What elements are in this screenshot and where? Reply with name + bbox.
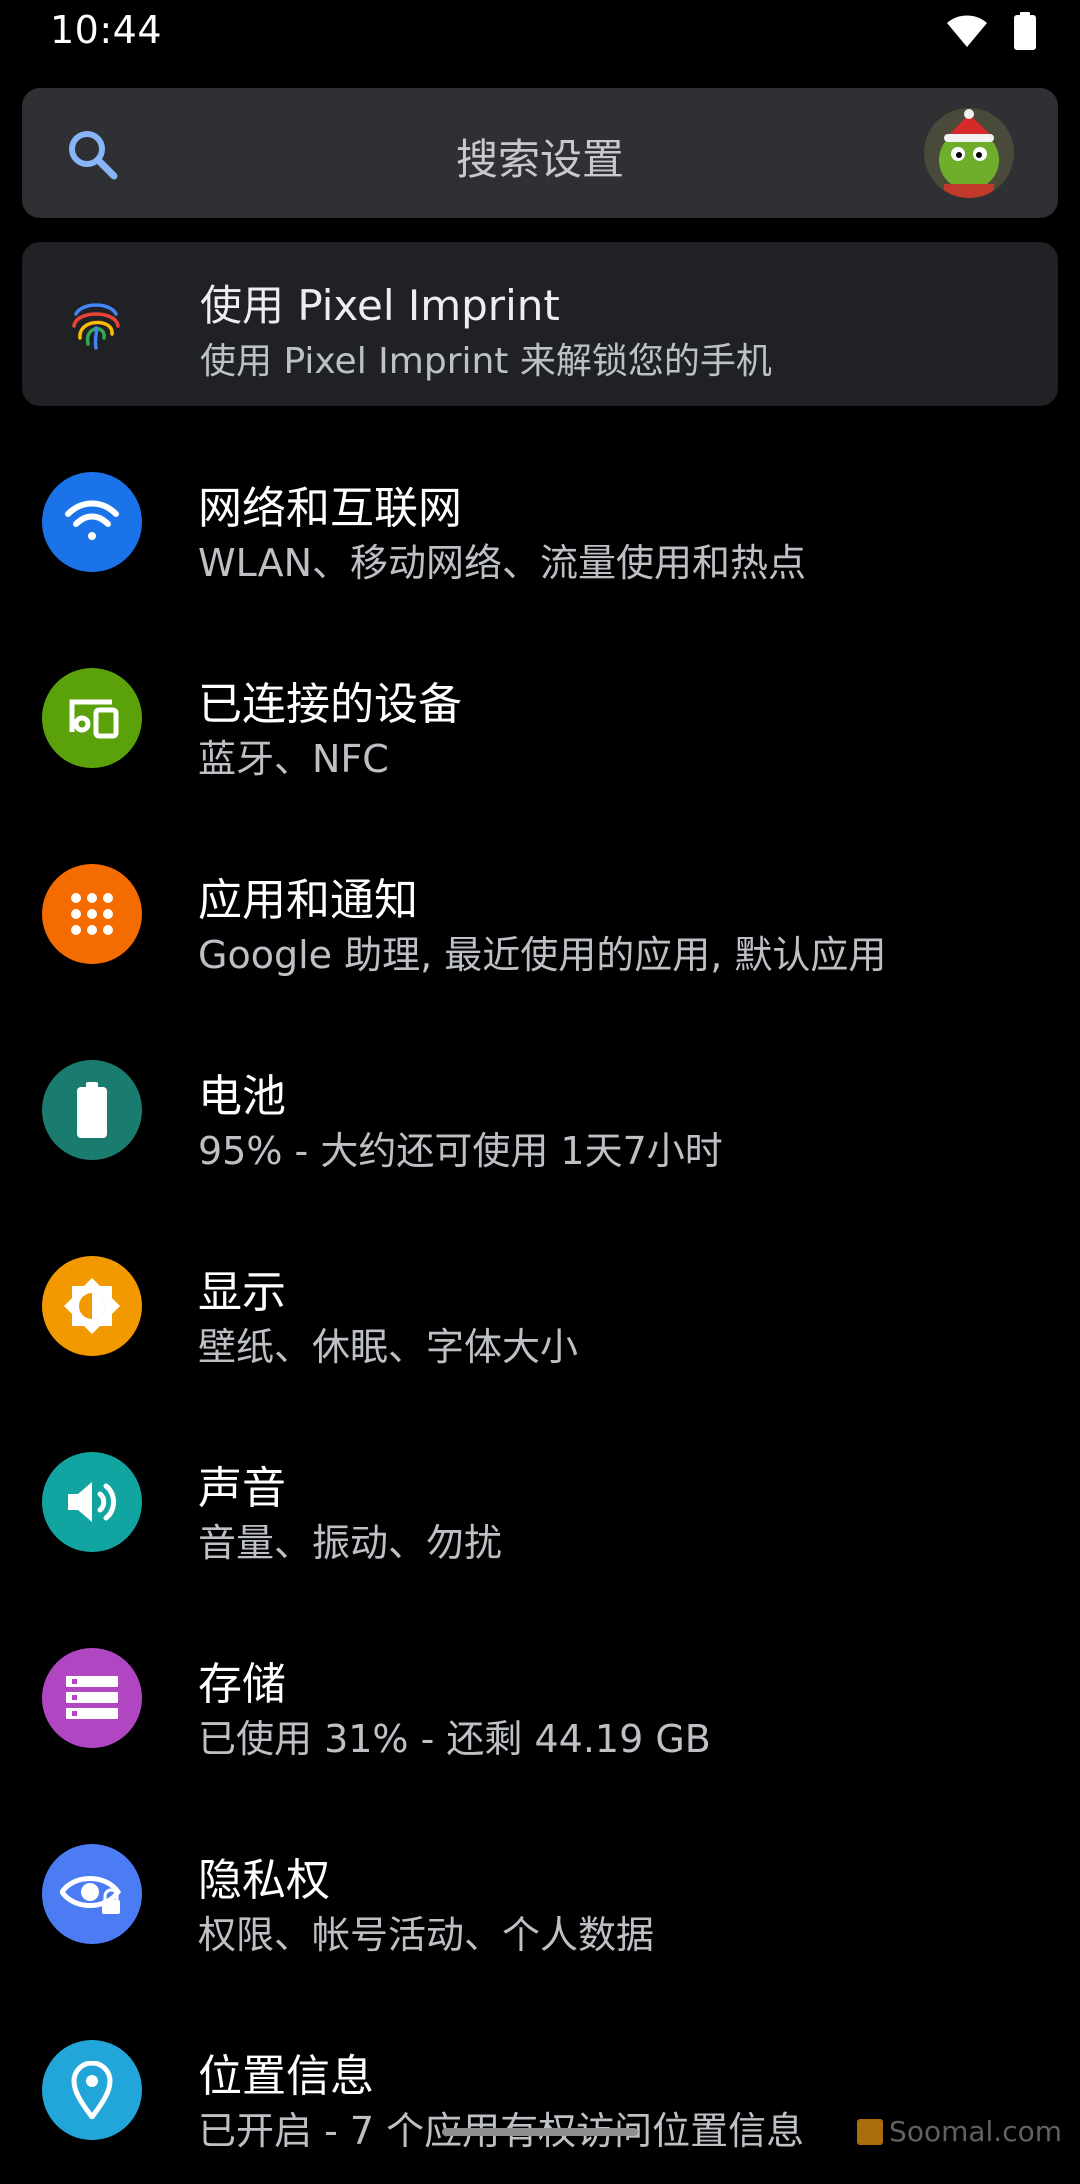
- status-time: 10:44: [50, 8, 163, 52]
- settings-item-connected-devices[interactable]: 已连接的设备 蓝牙、NFC: [0, 616, 1080, 812]
- settings-item-location[interactable]: 位置信息 已开启 - 7 个应用有权访问位置信息: [0, 1988, 1080, 2184]
- item-title: 应用和通知: [198, 875, 418, 926]
- item-subtitle: 音量、振动、勿扰: [198, 1521, 503, 1565]
- search-bar[interactable]: 搜索设置: [22, 88, 1058, 218]
- item-subtitle: 权限、帐号活动、个人数据: [198, 1913, 655, 1957]
- item-title: 网络和互联网: [198, 483, 462, 534]
- suggestion-subtitle: 使用 Pixel Imprint 来解锁您的手机: [200, 341, 772, 382]
- brightness-icon: [42, 1256, 142, 1356]
- item-subtitle: 蓝牙、NFC: [198, 737, 389, 781]
- item-subtitle: WLAN、移动网络、流量使用和热点: [198, 541, 807, 585]
- item-title: 声音: [198, 1463, 286, 1514]
- item-title: 存储: [198, 1659, 286, 1710]
- wifi-icon: [42, 472, 142, 572]
- search-placeholder: 搜索设置: [455, 135, 624, 184]
- item-title: 隐私权: [198, 1855, 330, 1906]
- privacy-eye-icon: [42, 1844, 142, 1944]
- item-subtitle: 已使用 31% - 还剩 44.19 GB: [198, 1717, 711, 1761]
- item-title: 位置信息: [198, 2051, 374, 2102]
- status-icons: [946, 12, 1036, 50]
- watermark-logo-icon: [857, 2118, 884, 2145]
- settings-item-network[interactable]: 网络和互联网 WLAN、移动网络、流量使用和热点: [0, 420, 1080, 616]
- item-subtitle: 95% - 大约还可使用 1天7小时: [198, 1129, 723, 1173]
- watermark: Soomal.com: [857, 2115, 1062, 2148]
- apps-icon: [42, 864, 142, 964]
- fingerprint-icon: [64, 292, 128, 356]
- item-title: 显示: [198, 1267, 286, 1318]
- settings-item-apps[interactable]: 应用和通知 Google 助理, 最近使用的应用, 默认应用: [0, 812, 1080, 1008]
- item-title: 已连接的设备: [198, 679, 462, 730]
- settings-item-storage[interactable]: 存储 已使用 31% - 还剩 44.19 GB: [0, 1596, 1080, 1792]
- settings-item-sound[interactable]: 声音 音量、振动、勿扰: [0, 1400, 1080, 1596]
- battery-status-icon: [1014, 12, 1036, 50]
- item-title: 电池: [198, 1071, 286, 1122]
- account-avatar[interactable]: [924, 108, 1014, 198]
- devices-icon: [42, 668, 142, 768]
- settings-item-display[interactable]: 显示 壁纸、休眠、字体大小: [0, 1204, 1080, 1400]
- item-subtitle: 壁纸、休眠、字体大小: [198, 1325, 579, 1369]
- settings-item-battery[interactable]: 电池 95% - 大约还可使用 1天7小时: [0, 1008, 1080, 1204]
- suggestion-title: 使用 Pixel Imprint: [200, 281, 560, 330]
- watermark-text: Soomal.com: [889, 2115, 1062, 2148]
- storage-icon: [42, 1648, 142, 1748]
- pixel-imprint-suggestion-card[interactable]: 使用 Pixel Imprint 使用 Pixel Imprint 来解锁您的手…: [22, 242, 1058, 406]
- location-pin-icon: [42, 2040, 142, 2140]
- volume-icon: [42, 1452, 142, 1552]
- status-bar: 10:44: [0, 0, 1080, 70]
- wifi-status-icon: [946, 14, 988, 48]
- navigation-handle[interactable]: [442, 2128, 638, 2136]
- settings-item-privacy[interactable]: 隐私权 权限、帐号活动、个人数据: [0, 1792, 1080, 1988]
- item-subtitle: Google 助理, 最近使用的应用, 默认应用: [198, 933, 887, 977]
- battery-icon: [42, 1060, 142, 1160]
